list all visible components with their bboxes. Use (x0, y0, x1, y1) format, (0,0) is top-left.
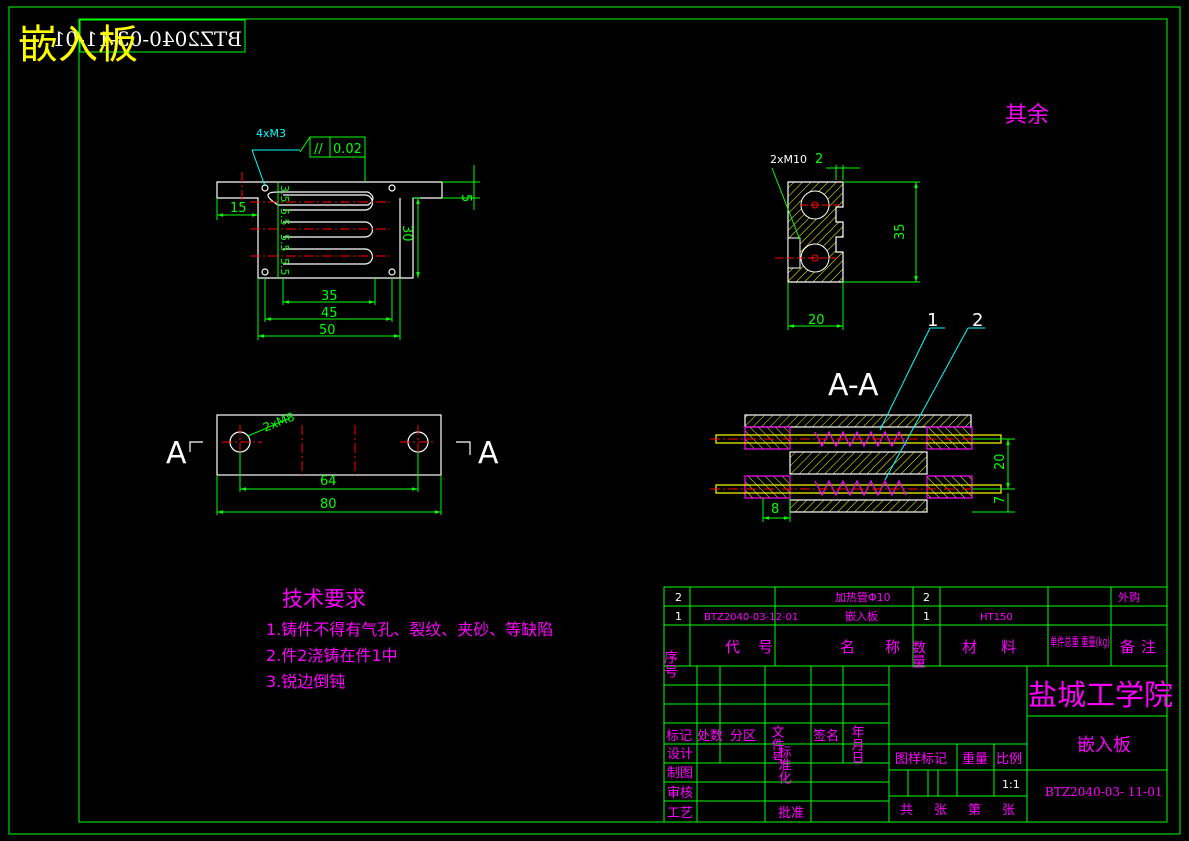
balloon-1: 1 (927, 310, 938, 331)
bom-row2-qty: 2 (923, 591, 930, 604)
tb-mark: 标记 (666, 729, 692, 744)
dim-5-5a: 5.5 (278, 208, 291, 226)
dim-3-5: 3.5 (278, 185, 291, 203)
tb-process: 工艺 (667, 806, 693, 821)
callout-m8: 2xM8 (261, 410, 297, 435)
side-dim-20: 20 (808, 313, 825, 328)
tb-zone: 分区 (730, 729, 756, 744)
bom-row1-material: HT150 (980, 612, 1013, 623)
tb-sign: 签名 (813, 728, 839, 744)
bom-h-material: 材料 (962, 638, 1040, 656)
dim-50: 50 (319, 323, 336, 338)
tech-req-item-1: 1.铸件不得有气孔、裂纹、夹砂、等缺陷 (266, 620, 553, 639)
tb-count: 处数 (697, 729, 723, 744)
bom-h-weight: 单件总重 重量(kg) (1050, 635, 1110, 649)
bom-row2-name: 加热管Φ10 (835, 590, 891, 604)
drawing-number: BTZ2040-03- 11-01 (1045, 785, 1163, 799)
dim-35: 35 (321, 289, 338, 304)
tb-sheets: 共 张 第 张 (900, 803, 1019, 818)
sec-dim-8: 8 (771, 502, 779, 517)
sec-dim-7: 7 (993, 496, 1008, 504)
top-view-dims (216, 136, 480, 340)
side-view (787, 181, 844, 283)
tb-design: 设计 (667, 747, 693, 762)
part-name: 嵌入板 (1077, 735, 1131, 756)
bom-h-code: 代号 (725, 638, 791, 656)
section-label-left: A (166, 436, 187, 471)
sec-dim-20: 20 (993, 453, 1008, 470)
bom-row1-name: 嵌入板 (845, 609, 878, 623)
tb-scale-value: 1:1 (1002, 778, 1020, 791)
bom-row1-code: BTZ2040-03-12-01 (704, 612, 798, 623)
dim-45: 45 (321, 306, 338, 321)
cad-drawing: BTZ2040-03-11-01 嵌入板 其余 4xM3 // 0.02 15 … (8, 6, 1181, 835)
tb-stage: 图样标记 (895, 752, 947, 767)
tb-standard: 标准化 (776, 745, 792, 785)
inner-frame (78, 18, 1168, 823)
tech-req-heading: 技术要求 (282, 587, 366, 611)
tb-weight: 重量 (962, 751, 988, 767)
section-title: A-A (828, 368, 879, 403)
bom-row1-seq: 1 (675, 610, 682, 623)
bom-h-note: 备注 (1120, 638, 1162, 656)
side-dim-35: 35 (893, 223, 908, 240)
flatness-symbol: // (314, 142, 323, 157)
dim-5-5c: 5.5 (278, 258, 291, 276)
tb-review: 审核 (667, 786, 693, 801)
dim-5-5b: 5.5 (278, 234, 291, 252)
tech-req-item-3: 3.锐边倒钝 (266, 672, 345, 691)
bottom-view-centerlines (222, 425, 436, 475)
bottom-view (216, 414, 442, 476)
section-label-right: A (478, 436, 499, 471)
dim-30: 30 (399, 225, 414, 242)
dim-15: 15 (230, 201, 247, 216)
tb-scale: 比例 (996, 752, 1022, 767)
bom-row1-qty: 1 (923, 610, 930, 623)
dim-80: 80 (320, 497, 337, 512)
outer-border (8, 6, 1181, 835)
dim-64: 64 (320, 474, 337, 489)
tb-drawing: 制图 (667, 766, 693, 781)
roughness-note: 其余 (1005, 103, 1049, 128)
bom-h-seq: 序号 (662, 650, 678, 678)
dim-5: 5 (458, 194, 473, 202)
tb-date: 年月日 (849, 725, 865, 764)
bom-row2-seq: 2 (675, 591, 682, 604)
bom-h-qty: 数量 (910, 640, 926, 668)
section-view (715, 414, 1002, 513)
side-dim-2: 2 (815, 152, 823, 167)
balloon-2: 2 (972, 310, 983, 331)
callout-m10: 2xM10 (770, 153, 807, 166)
bom-row2-note: 外购 (1118, 590, 1140, 604)
title-overlay: 嵌入板 (18, 22, 138, 68)
flatness-value: 0.02 (333, 142, 362, 157)
holes-callout: 4xM3 (256, 127, 286, 140)
school-name: 盐城工学院 (1028, 678, 1173, 712)
tb-approve: 批准 (778, 806, 804, 821)
tech-req-item-2: 2.件2浇铸在件1中 (266, 646, 398, 665)
